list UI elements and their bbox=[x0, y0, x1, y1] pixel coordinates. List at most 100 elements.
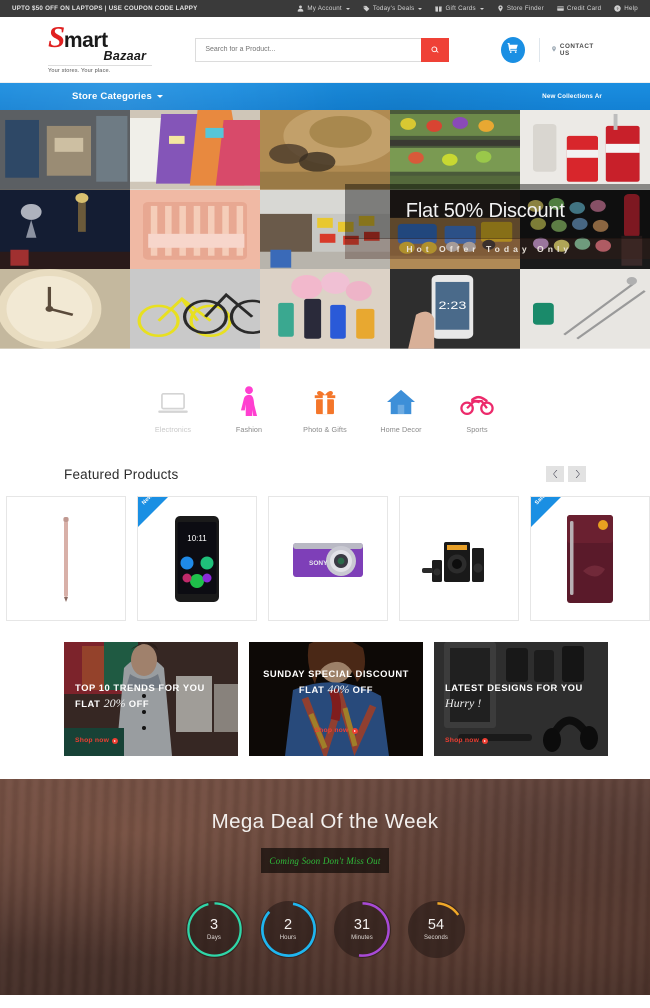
promo-text: TOP 10 TRENDS FOR YOU FLAT 20% OFF bbox=[75, 682, 230, 711]
hero-title-overlay: Flat 50% Discount bbox=[344, 184, 650, 240]
countdown-value: 2 bbox=[283, 916, 293, 933]
woman-scarf-photo bbox=[249, 642, 423, 756]
svg-text:SONY: SONY bbox=[309, 560, 328, 567]
carousel-controls bbox=[546, 466, 586, 482]
logo-letter-s: S bbox=[48, 19, 65, 54]
store-categories-label: Store Categories bbox=[72, 91, 152, 102]
product-card-smartphone[interactable]: New 10:11 bbox=[137, 496, 257, 621]
carousel-prev-button[interactable] bbox=[546, 466, 564, 482]
promo-text: LATEST DESIGNS FOR YOU Hurry ! bbox=[445, 682, 600, 711]
promo-subline-post: OFF bbox=[349, 683, 374, 695]
location-pin-icon bbox=[497, 5, 504, 12]
svg-text:10:11: 10:11 bbox=[187, 534, 207, 543]
category-label: Electronics bbox=[154, 425, 192, 434]
countdown-minutes: 31 Minutes bbox=[333, 901, 391, 958]
contact-us-link[interactable]: CONTACT US bbox=[551, 43, 602, 57]
logo-main-text: mart bbox=[63, 29, 108, 52]
chevron-down-icon bbox=[479, 7, 484, 10]
hero-title: Flat 50% Discount bbox=[405, 200, 565, 223]
search-icon bbox=[431, 42, 439, 57]
countdown-seconds: 54 Seconds bbox=[407, 901, 465, 958]
mega-deal-badge-label: Coming Soon Don't Miss Out bbox=[269, 855, 381, 866]
cart-button[interactable] bbox=[500, 36, 525, 63]
hero-tile-smartphone-hand: 2:23 bbox=[390, 269, 520, 349]
category-photo-gifts[interactable]: Photo & Gifts bbox=[287, 382, 363, 434]
arrow-circle-icon bbox=[112, 737, 119, 744]
category-label: Photo & Gifts bbox=[303, 425, 347, 434]
top-nav-help[interactable]: ? Help bbox=[614, 5, 638, 12]
house-icon bbox=[386, 382, 416, 416]
category-shortcuts: Electronics Fashion Photo & Gifts Home D… bbox=[0, 349, 650, 457]
store-categories-menu[interactable]: Store Categories bbox=[72, 91, 163, 102]
gift-box-icon bbox=[310, 382, 340, 416]
top-nav-label: Today's Deals bbox=[372, 5, 415, 12]
header-divider bbox=[538, 37, 540, 62]
gift-icon bbox=[435, 5, 443, 12]
promo-text: SUNDAY SPECIAL DISCOUNT FLAT 40% OFF bbox=[249, 668, 423, 697]
arrow-circle-icon bbox=[351, 727, 358, 734]
hero-tile-baby-crib bbox=[130, 189, 260, 270]
category-label: Sports bbox=[466, 425, 488, 434]
product-card-stylus[interactable] bbox=[6, 496, 126, 621]
shopping-cart-icon bbox=[507, 41, 519, 59]
stylus-pen-product-image bbox=[29, 513, 103, 605]
hero-tile-bicycles bbox=[130, 269, 260, 349]
countdown-label: Days bbox=[206, 935, 222, 942]
speakers-product-image bbox=[422, 513, 496, 605]
camera-product-image: SONY bbox=[291, 513, 365, 605]
user-icon bbox=[297, 5, 304, 12]
chevron-down-icon bbox=[418, 7, 423, 10]
countdown-label: Hours bbox=[279, 935, 297, 942]
top-nav-links: My Account Today's Deals Gift Cards Stor… bbox=[297, 5, 638, 12]
hero-tile-produce-shelf bbox=[390, 110, 520, 190]
carousel-next-button[interactable] bbox=[568, 466, 586, 482]
refrigerator-product-image bbox=[553, 513, 627, 605]
hero-tile-storefront bbox=[0, 110, 130, 190]
primary-nav-bar: Store Categories New Collections Ar bbox=[0, 83, 650, 110]
laptop-icon bbox=[158, 382, 188, 416]
product-card-camera[interactable]: SONY bbox=[268, 496, 388, 621]
category-electronics[interactable]: Electronics bbox=[135, 382, 211, 434]
promo-shop-now-link[interactable]: Shop now bbox=[445, 737, 489, 744]
site-logo[interactable]: S mart Bazaar Your stores. Your place. bbox=[48, 19, 153, 74]
category-sports[interactable]: Sports bbox=[439, 382, 515, 434]
featured-products-carousel: New 10:11 SONY Sale bbox=[6, 496, 650, 621]
search-button[interactable] bbox=[420, 37, 449, 62]
logo-wordmark: S mart bbox=[48, 19, 152, 54]
promo-shop-now-link[interactable]: Shop now bbox=[249, 727, 423, 734]
motorcycle-icon bbox=[460, 382, 494, 416]
top-nav-credit-card[interactable]: Credit Card bbox=[557, 5, 601, 12]
promo-banner-sunday-special[interactable]: SUNDAY SPECIAL DISCOUNT FLAT 40% OFF Sho… bbox=[249, 642, 423, 756]
product-card-speakers[interactable] bbox=[399, 496, 519, 621]
shop-now-label: Shop now bbox=[445, 737, 480, 744]
contact-us-label: CONTACT US bbox=[559, 42, 594, 57]
top-nav-todays-deals[interactable]: Today's Deals bbox=[363, 5, 423, 12]
promo-subline: FLAT 40% OFF bbox=[249, 681, 423, 697]
promo-shop-now-link[interactable]: Shop now bbox=[75, 737, 119, 744]
hero-banner: 2:23 Flat 50% Discount Hot Offer Today O… bbox=[0, 110, 650, 349]
search-input[interactable] bbox=[195, 37, 421, 62]
promo-headline: TOP 10 TRENDS FOR YOU bbox=[75, 682, 205, 693]
category-fashion[interactable]: Fashion bbox=[211, 382, 287, 434]
promo-banner-latest-designs[interactable]: LATEST DESIGNS FOR YOU Hurry ! Shop now bbox=[434, 642, 608, 756]
product-card-refrigerator[interactable]: Sale bbox=[530, 496, 650, 621]
location-pin-icon bbox=[551, 45, 557, 54]
logo-tagline: Your stores. Your place. bbox=[48, 65, 153, 74]
shop-now-label: Shop now bbox=[314, 727, 349, 734]
chevron-down-icon bbox=[156, 95, 163, 98]
new-collections-link[interactable]: New Collections Ar bbox=[542, 93, 602, 100]
hero-subtitle: Hot Offer Today Only bbox=[406, 243, 573, 254]
credit-card-icon bbox=[557, 5, 564, 12]
top-nav-my-account[interactable]: My Account bbox=[297, 5, 350, 12]
top-nav-label: My Account bbox=[307, 5, 342, 12]
promo-banner-top-trends[interactable]: TOP 10 TRENDS FOR YOU FLAT 20% OFF Shop … bbox=[64, 642, 238, 756]
category-home-decor[interactable]: Home Decor bbox=[363, 382, 439, 434]
mega-deal-badge: Coming Soon Don't Miss Out bbox=[261, 848, 389, 873]
top-nav-gift-cards[interactable]: Gift Cards bbox=[435, 5, 484, 12]
mega-deal-title: Mega Deal Of the Week bbox=[211, 810, 439, 833]
hero-tile-pens-desk bbox=[520, 269, 650, 349]
top-nav-label: Help bbox=[624, 5, 638, 12]
promo-headline: SUNDAY SPECIAL DISCOUNT bbox=[263, 668, 409, 679]
top-nav-store-finder[interactable]: Store Finder bbox=[497, 5, 544, 12]
hero-tile-jewelry-dark bbox=[0, 189, 130, 270]
